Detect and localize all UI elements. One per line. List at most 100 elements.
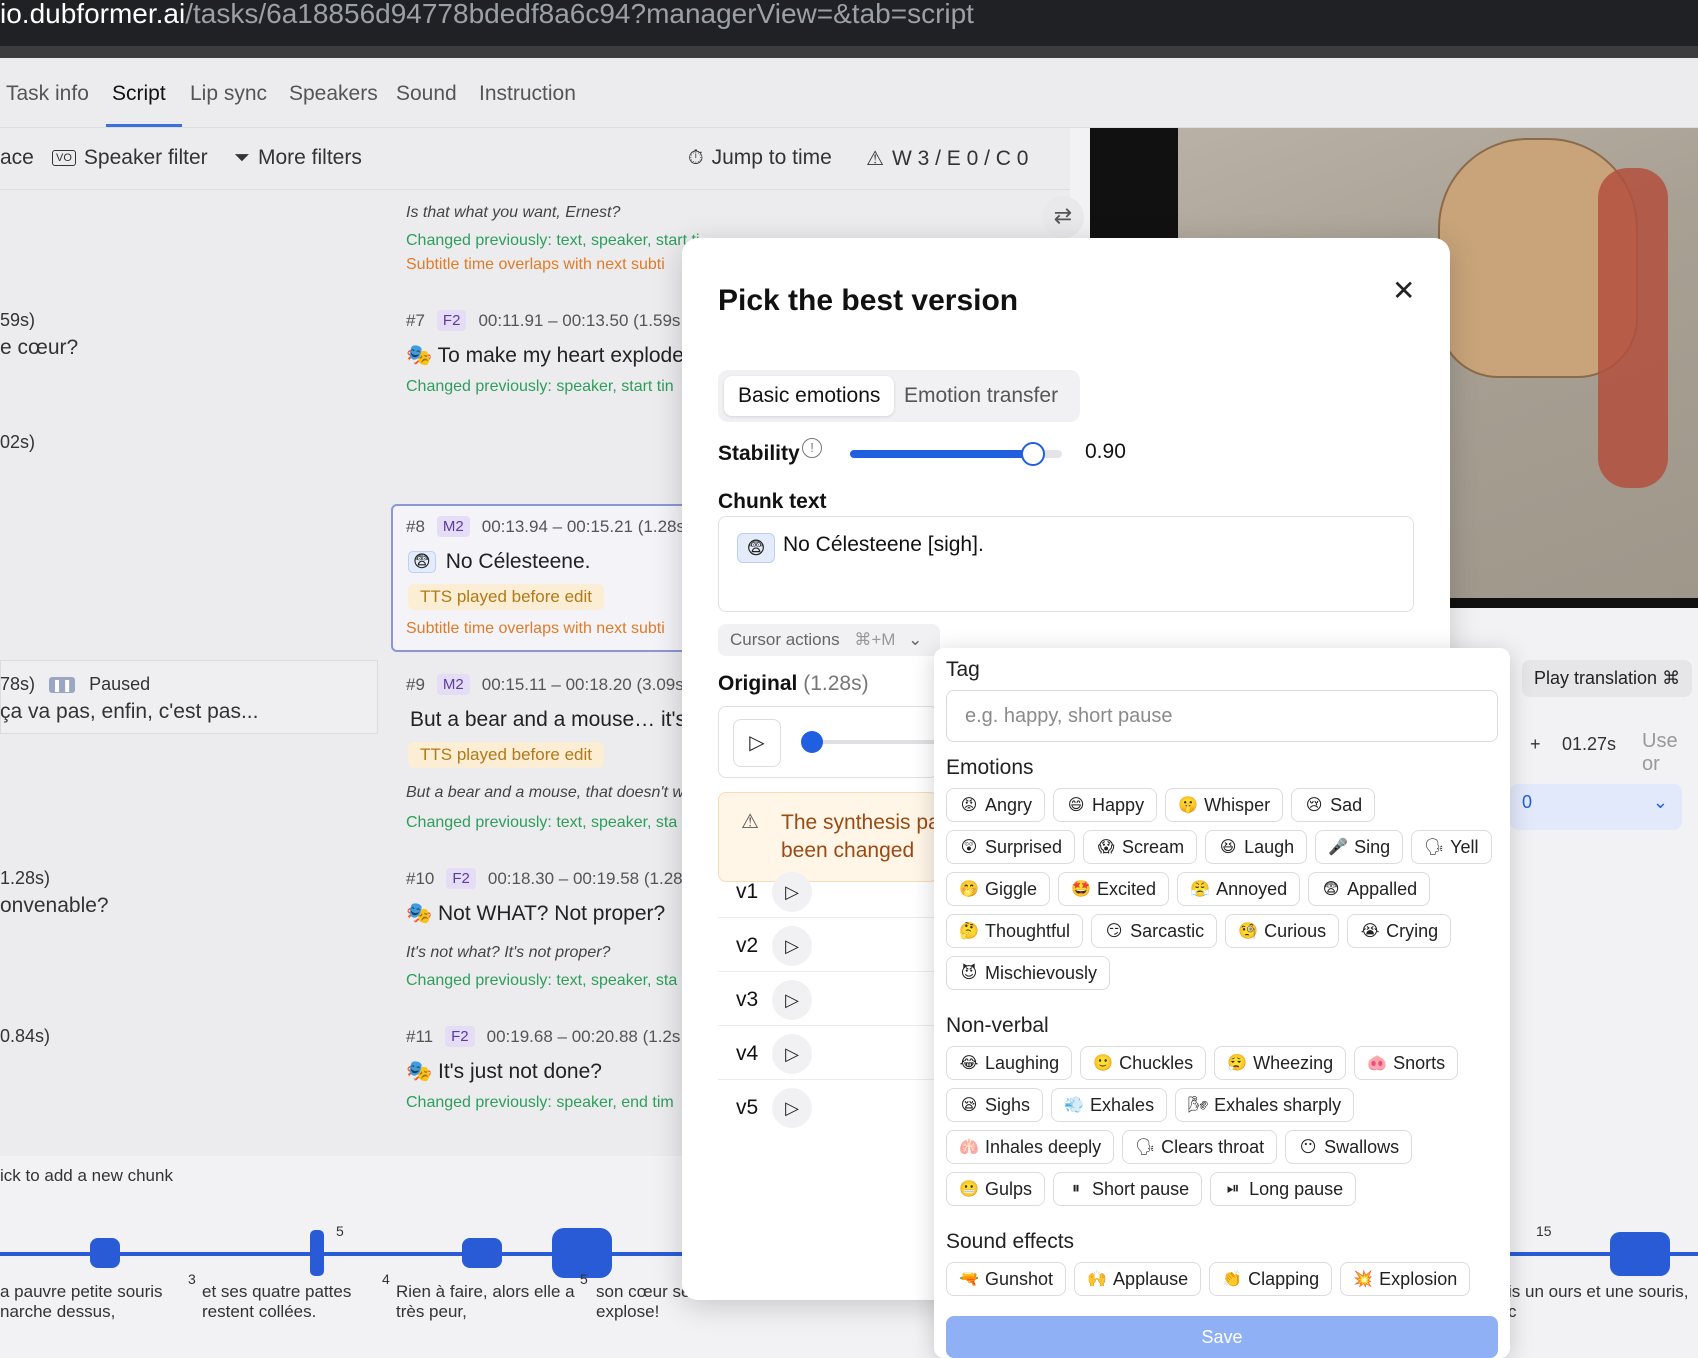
tag-search-input[interactable] (946, 690, 1498, 742)
cut-toolbar-item[interactable]: ace (0, 146, 34, 170)
tag-chip-snorts[interactable]: 🐽 Snorts (1354, 1046, 1459, 1080)
stability-slider[interactable] (850, 442, 1062, 466)
tab-sound[interactable]: Sound (396, 82, 457, 106)
chunk-11-text-row[interactable]: 🎭 It's just not done? (406, 1060, 602, 1084)
tag-chip-giggle[interactable]: 🤭 Giggle (946, 872, 1051, 906)
tag-chip-thoughtful[interactable]: 🤔 Thoughtful (946, 914, 1084, 948)
tag-chip-sighs[interactable]: 😪 Sighs (946, 1088, 1044, 1122)
speaker-filter-button[interactable]: VO Speaker filter (52, 146, 208, 170)
tag-chip-label: Appalled (1347, 878, 1418, 899)
tab-script[interactable]: Script (112, 82, 166, 106)
more-filters-label: More filters (258, 146, 362, 169)
tag-chip-appalled[interactable]: 😨 Appalled (1308, 872, 1431, 906)
chunk-7-note: Changed previously: speaker, start tin (406, 378, 674, 395)
chunk-id: #9 (406, 674, 425, 694)
tag-chip-excited[interactable]: 🤩 Excited (1058, 872, 1170, 906)
chunk-7-text-row[interactable]: 🎭 To make my heart explode (406, 344, 684, 368)
tag-chip-clapping[interactable]: 👏 Clapping (1209, 1262, 1333, 1296)
inhales-deeply-icon: 🫁 (959, 1139, 979, 1156)
version-select[interactable]: 0 ⌄ (1510, 784, 1682, 830)
wheezing-icon: 😮‍💨 (1227, 1055, 1248, 1072)
tab-task-info[interactable]: Task info (6, 82, 89, 106)
tag-chip-annoyed[interactable]: 😤 Annoyed (1177, 872, 1301, 906)
add-chunk-hint[interactable]: ick to add a new chunk (0, 1166, 173, 1186)
play-translation-button[interactable]: Play translation ⌘ (1522, 660, 1693, 697)
tag-chip-surprised[interactable]: 😲 Surprised (946, 830, 1076, 864)
tag-chip-sad[interactable]: 😢 Sad (1291, 788, 1376, 822)
tag-chip-crying[interactable]: 😭 Crying (1347, 914, 1452, 948)
tag-chip-label: Inhales deeply (985, 1136, 1102, 1157)
play-icon[interactable]: ▷ (772, 872, 812, 912)
slider-handle[interactable] (1020, 442, 1045, 466)
version-row[interactable]: v2 ▷ (718, 922, 938, 972)
save-button[interactable]: Save (946, 1316, 1498, 1358)
warnings-button[interactable]: ⚠ W 3 / E 0 / C 0 (866, 146, 1028, 171)
tab-emotion-transfer[interactable]: Emotion transfer (890, 376, 1072, 416)
tag-chip-inhales-deeply[interactable]: 🫁 Inhales deeply (946, 1130, 1115, 1164)
top-italic-note: Is that what you want, Ernest? (406, 204, 621, 221)
chunk-8-text-row[interactable]: 😨 No Célesteene. (408, 550, 591, 574)
tag-label: Tag (946, 658, 980, 681)
more-filters-button[interactable]: ⏷ More filters (234, 146, 362, 170)
tab-speakers[interactable]: Speakers (289, 82, 378, 106)
tag-chip-sarcastic[interactable]: 😏 Sarcastic (1091, 914, 1218, 948)
tag-chip-applause[interactable]: 🙌 Applause (1074, 1262, 1202, 1296)
scarf-illustration (1598, 168, 1668, 488)
tag-chip-curious[interactable]: 🧐 Curious (1225, 914, 1340, 948)
tab-basic-emotions[interactable]: Basic emotions (724, 376, 895, 416)
play-icon[interactable]: ▷ (772, 926, 812, 966)
version-label: v1 (736, 880, 759, 903)
tag-chip-happy[interactable]: 😄 Happy (1053, 788, 1158, 822)
chunk-text-editor[interactable]: 😨 No Célesteene [sigh]. (718, 516, 1414, 612)
tag-chip-exhales[interactable]: 💨 Exhales (1051, 1088, 1168, 1122)
long-pause-icon: ⏯ (1226, 1180, 1240, 1197)
tag-chip-scream[interactable]: 😱 Scream (1083, 830, 1198, 864)
tag-chip-gulps[interactable]: 😬 Gulps (946, 1172, 1046, 1206)
chunk-text[interactable]: But a bear and a mouse… it's (410, 708, 686, 732)
tag-chip-whisper[interactable]: 🤫 Whisper (1165, 788, 1284, 822)
tag-chip-label: Thoughtful (985, 920, 1071, 941)
tag-chip-sing[interactable]: 🎤 Sing (1315, 830, 1404, 864)
tag-chip-gunshot[interactable]: 🔫 Gunshot (946, 1262, 1067, 1296)
cursor-actions-button[interactable]: Cursor actions ⌘+M ⌄ (718, 624, 940, 656)
tag-chip-laugh[interactable]: 😆 Laugh (1205, 830, 1308, 864)
address-bar[interactable]: io.dubformer.ai/tasks/6a18856d94778bdedf… (0, 0, 1698, 46)
warning-icon: ⚠ (866, 148, 884, 170)
tag-chip-clears-throat[interactable]: 🗣 Clears throat (1122, 1130, 1278, 1164)
tag-chip-angry[interactable]: 😡 Angry (946, 788, 1046, 822)
fearful-emoji-tag[interactable]: 😨 (737, 533, 775, 563)
close-icon[interactable]: ✕ (1392, 274, 1415, 307)
whisper-icon: 🤫 (1178, 797, 1199, 814)
tag-chip-wheezing[interactable]: 😮‍💨 Wheezing (1214, 1046, 1347, 1080)
play-icon[interactable]: ▷ (733, 719, 781, 767)
version-row[interactable]: v1 ▷ (718, 868, 938, 918)
info-icon[interactable]: ! (802, 438, 822, 458)
tag-chip-swallows[interactable]: 😶 Swallows (1285, 1130, 1413, 1164)
tag-chip-mischievously[interactable]: 😈 Mischievously (946, 956, 1111, 990)
tag-chip-explosion[interactable]: 💥 Explosion (1340, 1262, 1471, 1296)
tag-chip-laughing[interactable]: 😂 Laughing (946, 1046, 1073, 1080)
version-row[interactable]: v3 ▷ (718, 976, 938, 1026)
original-progress-track[interactable] (811, 740, 941, 744)
tag-chip-exhales-sharply[interactable]: 🌬 Exhales sharply (1175, 1088, 1355, 1122)
version-row[interactable]: v5 ▷ (718, 1084, 938, 1134)
jump-to-time-button[interactable]: ⏱ Jump to time (688, 146, 832, 170)
add-icon[interactable]: + (1530, 734, 1541, 755)
tag-chip-yell[interactable]: 🗣 Yell (1411, 830, 1492, 864)
tag-chip-short-pause[interactable]: ⏸ Short pause (1053, 1172, 1203, 1206)
version-row[interactable]: v4 ▷ (718, 1030, 938, 1080)
chunk-10-text-row[interactable]: 🎭 Not WHAT? Not proper? (406, 902, 665, 926)
play-icon[interactable]: ▷ (772, 1034, 812, 1074)
swap-icon[interactable]: ⇄ (1042, 196, 1084, 238)
play-icon[interactable]: ▷ (772, 1088, 812, 1128)
chunk-text: Not WHAT? Not proper? (438, 902, 666, 925)
tag-chip-long-pause[interactable]: ⏯ Long pause (1210, 1172, 1357, 1206)
play-icon[interactable]: ▷ (772, 980, 812, 1020)
tab-lip-sync[interactable]: Lip sync (190, 82, 267, 106)
tab-instruction[interactable]: Instruction (479, 82, 576, 106)
use-button[interactable]: Use or (1642, 730, 1698, 776)
original-progress-handle[interactable] (801, 731, 823, 753)
short-pause-icon: ⏸ (1072, 1180, 1081, 1197)
chunk-8-orange: Subtitle time overlaps with next subti (406, 620, 665, 637)
tag-chip-chuckles[interactable]: 🙂 Chuckles (1080, 1046, 1207, 1080)
